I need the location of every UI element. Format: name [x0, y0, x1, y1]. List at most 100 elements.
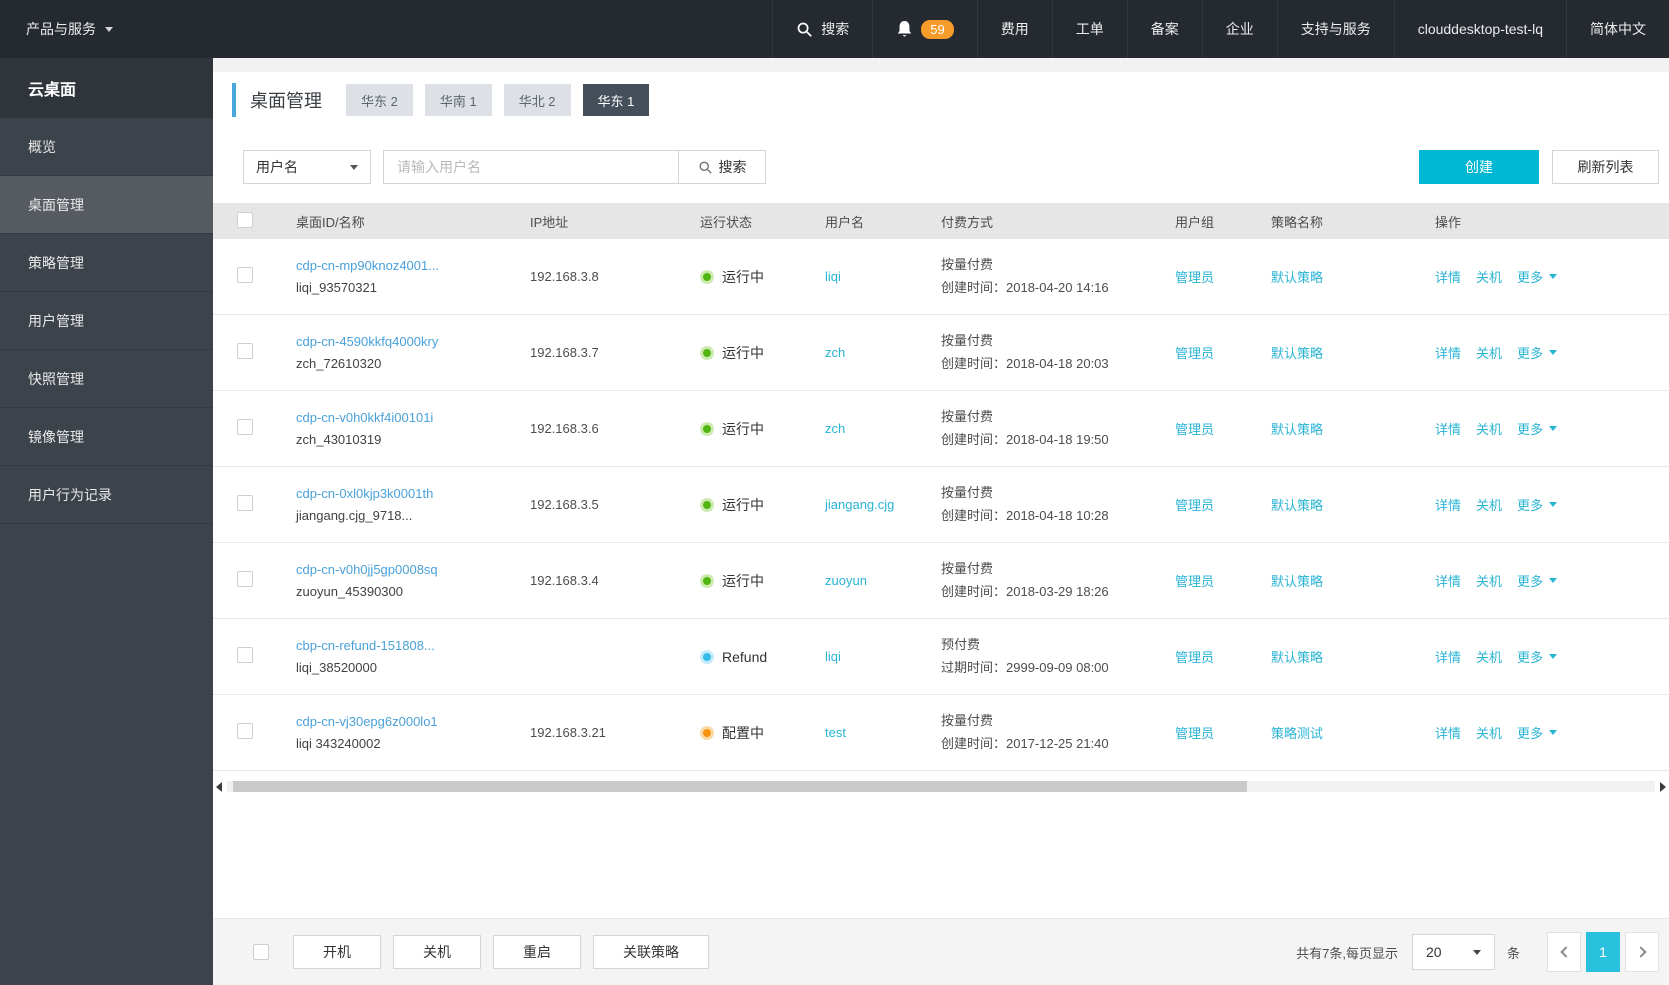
topbar-nav-item[interactable]: 工单	[1051, 0, 1127, 58]
language-switch[interactable]: 简体中文	[1566, 0, 1669, 58]
batch-action-button[interactable]: 重启	[493, 935, 581, 969]
policy-link[interactable]: 默认策略	[1271, 574, 1323, 589]
topbar-nav-item[interactable]: 备案	[1126, 0, 1202, 58]
refresh-list-button[interactable]: 刷新列表	[1552, 150, 1659, 184]
action-shutdown-link[interactable]: 关机	[1476, 571, 1502, 590]
page-1-button[interactable]: 1	[1586, 932, 1620, 972]
topbar-nav-item[interactable]: 费用	[976, 0, 1052, 58]
ip-address: 192.168.3.7	[530, 345, 599, 360]
batch-action-button[interactable]: 关联策略	[593, 935, 709, 969]
account-menu[interactable]: clouddesktop-test-lq	[1393, 0, 1566, 58]
action-more-link[interactable]: 更多	[1517, 571, 1558, 590]
region-tab[interactable]: 华东 1	[582, 84, 650, 116]
desktop-id-link[interactable]: cdp-cn-0xl0kjp3k0001th	[296, 486, 517, 501]
row-checkbox[interactable]	[237, 495, 253, 511]
page-size-select[interactable]: 20	[1411, 934, 1495, 970]
action-shutdown-link[interactable]: 关机	[1476, 343, 1502, 362]
username-link[interactable]: liqi	[825, 649, 841, 664]
username-link[interactable]: test	[825, 725, 846, 740]
action-detail-link[interactable]: 详情	[1435, 495, 1461, 514]
desktop-id-link[interactable]: cdp-cn-v0h0kkf4i00101i	[296, 410, 517, 425]
scrollbar-thumb[interactable]	[233, 781, 1247, 792]
sidebar-item[interactable]: 镜像管理	[0, 408, 213, 466]
user-group-link[interactable]: 管理员	[1175, 726, 1214, 741]
desktop-id-link[interactable]: cdp-cn-vj30epg6z000lo1	[296, 714, 517, 729]
desktop-id-link[interactable]: cdp-cn-4590kkfq4000kry	[296, 334, 517, 349]
action-detail-link[interactable]: 详情	[1435, 267, 1461, 286]
row-checkbox[interactable]	[237, 419, 253, 435]
sidebar-item[interactable]: 桌面管理	[0, 176, 213, 234]
row-checkbox[interactable]	[237, 267, 253, 283]
scroll-right-arrow[interactable]	[1660, 781, 1666, 792]
row-checkbox[interactable]	[237, 723, 253, 739]
sidebar-item[interactable]: 策略管理	[0, 234, 213, 292]
username-link[interactable]: jiangang.cjg	[825, 497, 894, 512]
username-link[interactable]: zch	[825, 421, 845, 436]
policy-link[interactable]: 默认策略	[1271, 650, 1323, 665]
username-link[interactable]: liqi	[825, 269, 841, 284]
batch-action-button[interactable]: 开机	[293, 935, 381, 969]
scrollbar-track[interactable]	[227, 781, 1655, 792]
user-group-link[interactable]: 管理员	[1175, 498, 1214, 513]
status-cell: Refund	[687, 649, 812, 665]
user-group-link[interactable]: 管理员	[1175, 650, 1214, 665]
create-button[interactable]: 创建	[1419, 150, 1539, 184]
policy-link[interactable]: 默认策略	[1271, 270, 1323, 285]
policy-link[interactable]: 默认策略	[1271, 422, 1323, 437]
user-group-link[interactable]: 管理员	[1175, 270, 1214, 285]
action-shutdown-link[interactable]: 关机	[1476, 267, 1502, 286]
desktop-id-link[interactable]: cbp-cn-refund-151808...	[296, 638, 517, 653]
search-button[interactable]: 搜索	[678, 150, 766, 184]
policy-link[interactable]: 策略测试	[1271, 726, 1323, 741]
action-detail-link[interactable]: 详情	[1435, 419, 1461, 438]
action-more-link[interactable]: 更多	[1517, 647, 1558, 666]
action-shutdown-link[interactable]: 关机	[1476, 419, 1502, 438]
action-detail-link[interactable]: 详情	[1435, 723, 1461, 742]
region-tab[interactable]: 华东 2	[346, 84, 413, 116]
sidebar-item[interactable]: 概览	[0, 118, 213, 176]
action-shutdown-link[interactable]: 关机	[1476, 647, 1502, 666]
topbar-nav-item[interactable]: 企业	[1201, 0, 1277, 58]
next-page-button[interactable]	[1625, 932, 1659, 972]
username-link[interactable]: zch	[825, 345, 845, 360]
region-tab[interactable]: 华南 1	[424, 84, 492, 116]
desktop-id-link[interactable]: cdp-cn-mp90knoz4001...	[296, 258, 517, 273]
action-shutdown-link[interactable]: 关机	[1476, 495, 1502, 514]
action-more-link[interactable]: 更多	[1517, 267, 1558, 286]
action-shutdown-link[interactable]: 关机	[1476, 723, 1502, 742]
topbar-notifications[interactable]: 59	[872, 0, 976, 58]
desktop-id-link[interactable]: cdp-cn-v0h0jj5gp0008sq	[296, 562, 517, 577]
user-group-link[interactable]: 管理员	[1175, 574, 1214, 589]
action-more-link[interactable]: 更多	[1517, 343, 1558, 362]
action-detail-link[interactable]: 详情	[1435, 571, 1461, 590]
status-dot	[700, 573, 714, 588]
user-group-link[interactable]: 管理员	[1175, 346, 1214, 361]
action-detail-link[interactable]: 详情	[1435, 343, 1461, 362]
row-checkbox[interactable]	[237, 571, 253, 587]
action-more-link[interactable]: 更多	[1517, 723, 1558, 742]
search-input[interactable]	[383, 150, 678, 184]
action-more-link[interactable]: 更多	[1517, 419, 1558, 438]
sidebar-item[interactable]: 快照管理	[0, 350, 213, 408]
filter-field-select[interactable]: 用户名	[243, 150, 371, 184]
scroll-left-arrow[interactable]	[216, 781, 222, 792]
policy-link[interactable]: 默认策略	[1271, 498, 1323, 513]
region-tab[interactable]: 华北 2	[503, 84, 571, 116]
action-more-link[interactable]: 更多	[1517, 495, 1558, 514]
prev-page-button[interactable]	[1547, 932, 1581, 972]
footer-select-all-checkbox[interactable]	[253, 944, 269, 960]
products-menu[interactable]: 产品与服务	[0, 0, 139, 58]
row-checkbox[interactable]	[237, 343, 253, 359]
row-checkbox[interactable]	[237, 647, 253, 663]
topbar-nav-item[interactable]: 支持与服务	[1276, 0, 1394, 58]
sidebar-item[interactable]: 用户行为记录	[0, 466, 213, 524]
policy-link[interactable]: 默认策略	[1271, 346, 1323, 361]
username-link[interactable]: zuoyun	[825, 573, 867, 588]
select-all-checkbox[interactable]	[237, 211, 253, 228]
batch-action-button[interactable]: 关机	[393, 935, 481, 969]
sidebar-item[interactable]: 用户管理	[0, 292, 213, 350]
user-group-link[interactable]: 管理员	[1175, 422, 1214, 437]
topbar-search[interactable]: 搜索	[772, 0, 872, 58]
chevron-right-icon	[1634, 946, 1647, 958]
action-detail-link[interactable]: 详情	[1435, 647, 1461, 666]
